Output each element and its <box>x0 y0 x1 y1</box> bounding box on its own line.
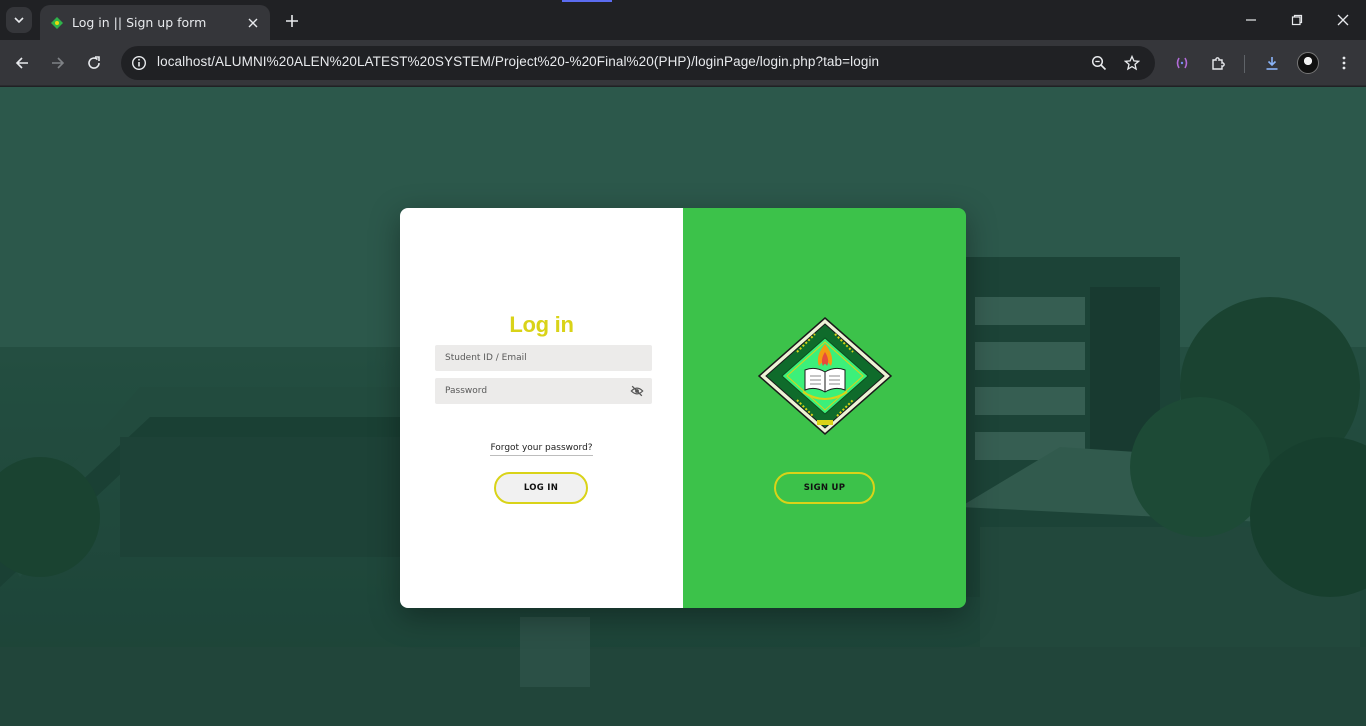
login-button[interactable]: LOG IN <box>494 472 588 504</box>
username-field[interactable] <box>435 345 652 371</box>
forgot-password-link[interactable]: Forgot your password? <box>490 443 593 456</box>
bookmark-star-icon[interactable] <box>1120 51 1144 75</box>
browser-tab[interactable]: Log in || Sign up form <box>40 5 270 40</box>
login-panel: Log in Forgot your password? LOG IN <box>400 208 683 608</box>
eye-slash-icon[interactable] <box>630 384 644 398</box>
auth-card: Log in Forgot your password? LOG IN <box>400 208 966 608</box>
back-icon[interactable] <box>10 51 34 75</box>
address-bar[interactable]: localhost/ALUMNI%20ALEN%20LATEST%20SYSTE… <box>121 46 1155 80</box>
avatar[interactable] <box>1297 52 1319 74</box>
menu-icon[interactable] <box>1332 51 1356 75</box>
tab-strip: Log in || Sign up form <box>0 0 1366 40</box>
zoom-icon[interactable] <box>1087 51 1111 75</box>
reload-icon[interactable] <box>82 51 106 75</box>
toolbar-separator <box>1244 55 1245 73</box>
new-tab-icon[interactable] <box>281 10 303 32</box>
login-title: Log in <box>509 312 574 337</box>
signup-button[interactable]: SIGN UP <box>774 472 875 504</box>
signup-panel: SIGN UP <box>683 208 966 608</box>
tab-title: Log in || Sign up form <box>72 15 207 30</box>
tab-accent-bar <box>562 0 612 2</box>
login-page: Log in Forgot your password? LOG IN <box>0 87 1366 726</box>
password-field[interactable] <box>435 378 652 404</box>
username-input[interactable] <box>435 345 652 371</box>
site-info-icon[interactable] <box>127 51 151 75</box>
university-seal-logo <box>757 317 893 435</box>
forgot-password-row: Forgot your password? <box>400 435 683 456</box>
extension-bracket-icon[interactable] <box>1170 51 1194 75</box>
password-input[interactable] <box>435 378 652 404</box>
window-close-icon[interactable] <box>1331 8 1355 32</box>
forward-icon[interactable] <box>46 51 70 75</box>
browser-toolbar: localhost/ALUMNI%20ALEN%20LATEST%20SYSTE… <box>0 40 1366 86</box>
url-text[interactable]: localhost/ALUMNI%20ALEN%20LATEST%20SYSTE… <box>157 54 879 69</box>
download-icon[interactable] <box>1260 51 1284 75</box>
minimize-icon[interactable] <box>1239 8 1263 32</box>
close-icon[interactable] <box>244 14 262 32</box>
tab-search-icon[interactable] <box>6 7 32 33</box>
green-diamond-favicon <box>51 16 63 29</box>
restore-icon[interactable] <box>1285 8 1309 32</box>
puzzle-icon[interactable] <box>1206 51 1230 75</box>
